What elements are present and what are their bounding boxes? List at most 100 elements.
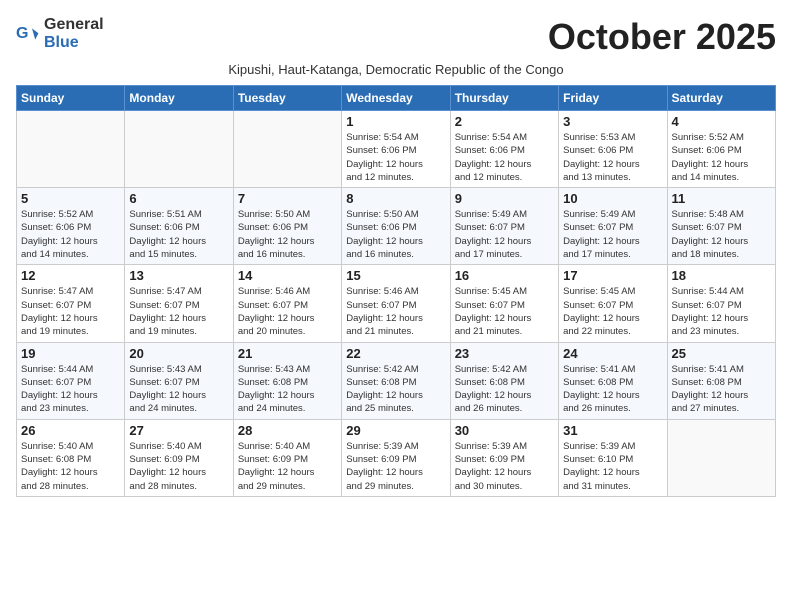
day-number: 1 [346,114,445,129]
calendar-day-4: 4 Sunrise: 5:52 AM Sunset: 6:06 PM Daylig… [667,111,775,188]
day-number: 15 [346,268,445,283]
calendar-day-31: 31 Sunrise: 5:39 AM Sunset: 6:10 PM Dayli… [559,419,667,496]
empty-cell [17,111,125,188]
calendar-day-2: 2 Sunrise: 5:54 AM Sunset: 6:06 PM Daylig… [450,111,558,188]
calendar-day-9: 9Sunrise: 5:49 AM Sunset: 6:07 PM Daylig… [450,188,558,265]
calendar-day-10: 10 Sunrise: 5:49 AM Sunset: 6:07 PM Dayli… [559,188,667,265]
day-number: 16 [455,268,554,283]
day-number: 2 [455,114,554,129]
day-info: Sunrise: 5:40 AM Sunset: 6:08 PM Dayligh… [21,440,120,493]
day-number: 19 [21,346,120,361]
calendar-title: October 2025 [548,16,776,58]
day-number: 9 [455,191,554,206]
day-number: 8 [346,191,445,206]
day-number: 17 [563,268,662,283]
day-info: Sunrise: 5:50 AM Sunset: 6:06 PM Dayligh… [346,208,445,261]
day-number: 24 [563,346,662,361]
day-info: Sunrise: 5:44 AM Sunset: 6:07 PM Dayligh… [672,285,771,338]
weekday-header-friday: Friday [559,86,667,111]
day-info: Sunrise: 5:40 AM Sunset: 6:09 PM Dayligh… [238,440,337,493]
weekday-header-sunday: Sunday [17,86,125,111]
calendar-day-12: 12Sunrise: 5:47 AM Sunset: 6:07 PM Dayli… [17,265,125,342]
calendar-day-15: 15Sunrise: 5:46 AM Sunset: 6:07 PM Dayli… [342,265,450,342]
logo-icon: G [16,22,40,46]
calendar-day-30: 30Sunrise: 5:39 AM Sunset: 6:09 PM Dayli… [450,419,558,496]
calendar-day-24: 24Sunrise: 5:41 AM Sunset: 6:08 PM Dayli… [559,342,667,419]
day-info: Sunrise: 5:53 AM Sunset: 6:06 PM Dayligh… [563,131,662,184]
calendar-day-25: 25 Sunrise: 5:41 AM Sunset: 6:08 PM Dayli… [667,342,775,419]
calendar-table: SundayMondayTuesdayWednesdayThursdayFrid… [16,85,776,497]
logo: G General Blue [16,16,104,52]
calendar-day-21: 21 Sunrise: 5:43 AM Sunset: 6:08 PM Dayli… [233,342,341,419]
calendar-day-19: 19 Sunrise: 5:44 AM Sunset: 6:07 PM Dayli… [17,342,125,419]
calendar-day-13: 13 Sunrise: 5:47 AM Sunset: 6:07 PM Dayli… [125,265,233,342]
calendar-day-26: 26 Sunrise: 5:40 AM Sunset: 6:08 PM Dayli… [17,419,125,496]
day-info: Sunrise: 5:39 AM Sunset: 6:10 PM Dayligh… [563,440,662,493]
day-info: Sunrise: 5:48 AM Sunset: 6:07 PM Dayligh… [672,208,771,261]
day-number: 31 [563,423,662,438]
weekday-header-saturday: Saturday [667,86,775,111]
day-info: Sunrise: 5:44 AM Sunset: 6:07 PM Dayligh… [21,363,120,416]
calendar-day-14: 14Sunrise: 5:46 AM Sunset: 6:07 PM Dayli… [233,265,341,342]
day-info: Sunrise: 5:41 AM Sunset: 6:08 PM Dayligh… [672,363,771,416]
day-number: 20 [129,346,228,361]
calendar-day-18: 18 Sunrise: 5:44 AM Sunset: 6:07 PM Dayli… [667,265,775,342]
calendar-subtitle: Kipushi, Haut-Katanga, Democratic Republ… [16,62,776,77]
calendar-day-16: 16 Sunrise: 5:45 AM Sunset: 6:07 PM Dayli… [450,265,558,342]
weekday-header-thursday: Thursday [450,86,558,111]
calendar-week-5: 26 Sunrise: 5:40 AM Sunset: 6:08 PM Dayli… [17,419,776,496]
logo-general: General [44,16,104,33]
empty-cell [667,419,775,496]
empty-cell [125,111,233,188]
day-number: 7 [238,191,337,206]
day-info: Sunrise: 5:51 AM Sunset: 6:06 PM Dayligh… [129,208,228,261]
day-number: 4 [672,114,771,129]
day-number: 18 [672,268,771,283]
weekday-header-row: SundayMondayTuesdayWednesdayThursdayFrid… [17,86,776,111]
day-info: Sunrise: 5:46 AM Sunset: 6:07 PM Dayligh… [238,285,337,338]
day-number: 10 [563,191,662,206]
empty-cell [233,111,341,188]
day-info: Sunrise: 5:50 AM Sunset: 6:06 PM Dayligh… [238,208,337,261]
day-info: Sunrise: 5:42 AM Sunset: 6:08 PM Dayligh… [455,363,554,416]
day-number: 5 [21,191,120,206]
day-info: Sunrise: 5:39 AM Sunset: 6:09 PM Dayligh… [455,440,554,493]
day-number: 26 [21,423,120,438]
calendar-day-1: 1 Sunrise: 5:54 AM Sunset: 6:06 PM Daylig… [342,111,450,188]
calendar-day-7: 7 Sunrise: 5:50 AM Sunset: 6:06 PM Daylig… [233,188,341,265]
calendar-week-2: 5 Sunrise: 5:52 AM Sunset: 6:06 PM Daylig… [17,188,776,265]
day-number: 27 [129,423,228,438]
day-number: 11 [672,191,771,206]
day-number: 23 [455,346,554,361]
day-info: Sunrise: 5:45 AM Sunset: 6:07 PM Dayligh… [563,285,662,338]
page-header: G General Blue October 2025 [16,16,776,58]
day-number: 13 [129,268,228,283]
calendar-day-3: 3Sunrise: 5:53 AM Sunset: 6:06 PM Daylig… [559,111,667,188]
calendar-week-3: 12Sunrise: 5:47 AM Sunset: 6:07 PM Dayli… [17,265,776,342]
day-number: 21 [238,346,337,361]
day-number: 22 [346,346,445,361]
calendar-week-1: 1 Sunrise: 5:54 AM Sunset: 6:06 PM Daylig… [17,111,776,188]
day-info: Sunrise: 5:54 AM Sunset: 6:06 PM Dayligh… [346,131,445,184]
calendar-day-6: 6 Sunrise: 5:51 AM Sunset: 6:06 PM Daylig… [125,188,233,265]
day-info: Sunrise: 5:42 AM Sunset: 6:08 PM Dayligh… [346,363,445,416]
calendar-day-20: 20 Sunrise: 5:43 AM Sunset: 6:07 PM Dayli… [125,342,233,419]
day-info: Sunrise: 5:43 AM Sunset: 6:08 PM Dayligh… [238,363,337,416]
day-info: Sunrise: 5:52 AM Sunset: 6:06 PM Dayligh… [21,208,120,261]
day-info: Sunrise: 5:47 AM Sunset: 6:07 PM Dayligh… [129,285,228,338]
weekday-header-wednesday: Wednesday [342,86,450,111]
day-info: Sunrise: 5:40 AM Sunset: 6:09 PM Dayligh… [129,440,228,493]
calendar-day-23: 23 Sunrise: 5:42 AM Sunset: 6:08 PM Dayli… [450,342,558,419]
day-number: 25 [672,346,771,361]
day-number: 6 [129,191,228,206]
day-number: 28 [238,423,337,438]
calendar-day-17: 17 Sunrise: 5:45 AM Sunset: 6:07 PM Dayli… [559,265,667,342]
day-info: Sunrise: 5:39 AM Sunset: 6:09 PM Dayligh… [346,440,445,493]
day-info: Sunrise: 5:43 AM Sunset: 6:07 PM Dayligh… [129,363,228,416]
day-info: Sunrise: 5:54 AM Sunset: 6:06 PM Dayligh… [455,131,554,184]
day-info: Sunrise: 5:52 AM Sunset: 6:06 PM Dayligh… [672,131,771,184]
day-info: Sunrise: 5:47 AM Sunset: 6:07 PM Dayligh… [21,285,120,338]
day-info: Sunrise: 5:45 AM Sunset: 6:07 PM Dayligh… [455,285,554,338]
calendar-day-11: 11 Sunrise: 5:48 AM Sunset: 6:07 PM Dayli… [667,188,775,265]
day-info: Sunrise: 5:49 AM Sunset: 6:07 PM Dayligh… [563,208,662,261]
